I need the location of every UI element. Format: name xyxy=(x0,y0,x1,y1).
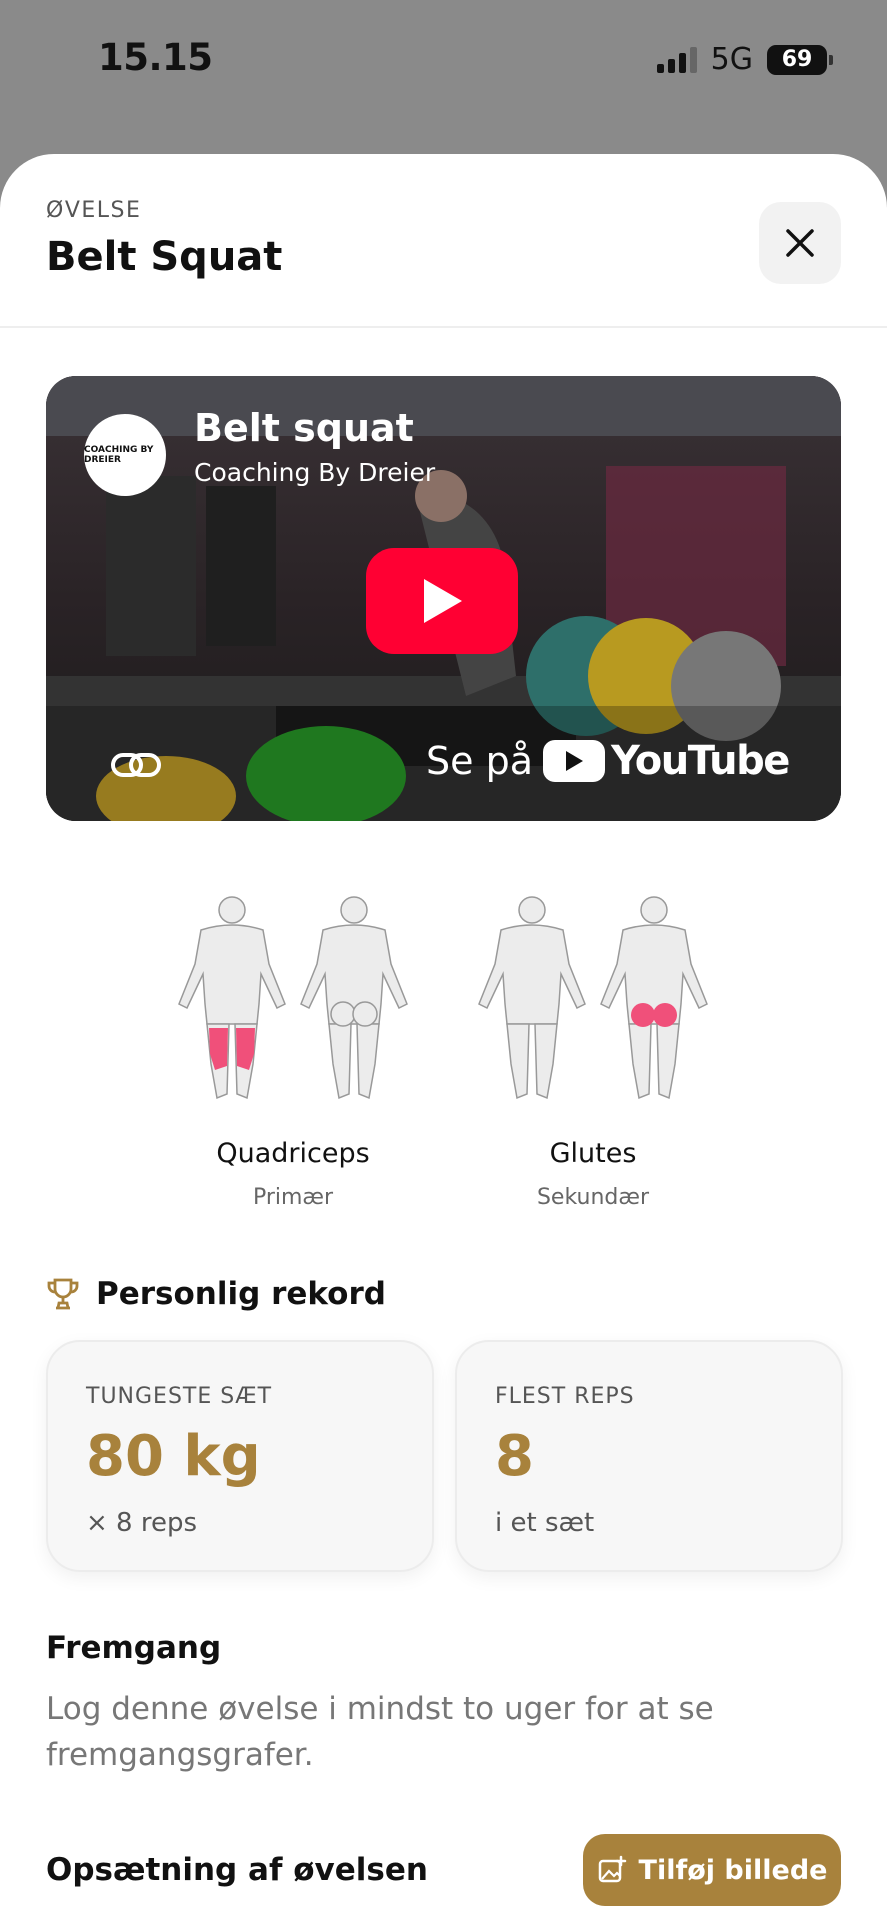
close-icon xyxy=(786,229,814,257)
record-card-most-reps: FLEST REPS 8 i et sæt xyxy=(455,1340,843,1572)
records-header: Personlig rekord xyxy=(46,1276,386,1312)
watch-prefix: Se på xyxy=(426,739,533,783)
records-title: Personlig rekord xyxy=(96,1276,386,1312)
video-player[interactable]: COACHING BY DREIER Belt squat Coaching B… xyxy=(46,376,841,821)
muscle-role: Primær xyxy=(252,1185,334,1210)
record-sub: × 8 reps xyxy=(86,1508,198,1538)
record-card-heaviest: TUNGESTE SÆT 80 kg × 8 reps xyxy=(46,1340,434,1572)
record-value: 80 kg xyxy=(86,1424,261,1489)
battery-level: 69 xyxy=(781,47,813,72)
setup-title: Opsætning af øvelsen xyxy=(46,1852,428,1888)
progress-title: Fremgang xyxy=(46,1630,222,1666)
body-back-icon xyxy=(300,896,408,1100)
page-title: Belt Squat xyxy=(46,234,283,280)
watch-on-youtube[interactable]: Se på YouTube xyxy=(426,738,790,784)
status-icons: 5G 69 xyxy=(656,42,833,77)
record-label: FLEST REPS xyxy=(495,1384,635,1409)
record-value: 8 xyxy=(495,1424,534,1489)
add-image-label: Tilføj billede xyxy=(638,1854,828,1886)
sheet-header: ØVELSE Belt Squat xyxy=(0,154,887,328)
muscle-glutes: Glutes Sekundær xyxy=(463,894,723,1210)
body-front-icon xyxy=(178,896,286,1100)
youtube-logo: YouTube xyxy=(543,738,790,784)
muscle-name: Glutes xyxy=(549,1138,637,1169)
eyebrow-label: ØVELSE xyxy=(46,198,142,223)
status-time: 15.15 xyxy=(98,36,213,79)
link-icon[interactable] xyxy=(110,748,162,782)
progress-empty-text: Log denne øvelse i mindst to uger for at… xyxy=(46,1691,714,1773)
muscle-diagram xyxy=(463,894,723,1104)
status-bar: 15.15 5G 69 xyxy=(0,0,887,120)
channel-logo[interactable]: COACHING BY DREIER xyxy=(84,414,166,496)
record-sub: i et sæt xyxy=(495,1508,595,1538)
trophy-icon xyxy=(47,1278,79,1310)
exercise-sheet: ØVELSE Belt Squat COACHING BY DREIER Bel… xyxy=(0,154,887,1920)
muscle-name: Quadriceps xyxy=(216,1138,370,1169)
close-button[interactable] xyxy=(759,202,841,284)
add-image-icon xyxy=(598,1855,626,1883)
muscle-role: Sekundær xyxy=(536,1185,650,1210)
battery-icon: 69 xyxy=(767,44,833,75)
youtube-play-icon xyxy=(543,740,605,782)
play-icon xyxy=(424,579,462,623)
body-front-icon xyxy=(478,896,586,1100)
youtube-wordmark: YouTube xyxy=(611,738,790,784)
video-title[interactable]: Belt squat xyxy=(194,406,414,450)
muscle-quadriceps: Quadriceps Primær xyxy=(163,894,423,1210)
video-channel[interactable]: Coaching By Dreier xyxy=(194,458,435,487)
muscle-diagram xyxy=(163,894,423,1104)
body-back-icon xyxy=(600,896,708,1100)
add-image-button[interactable]: Tilføj billede xyxy=(583,1834,841,1906)
network-label: 5G xyxy=(710,42,753,77)
signal-icon xyxy=(656,46,697,73)
record-label: TUNGESTE SÆT xyxy=(86,1384,273,1409)
play-button[interactable] xyxy=(366,548,518,654)
